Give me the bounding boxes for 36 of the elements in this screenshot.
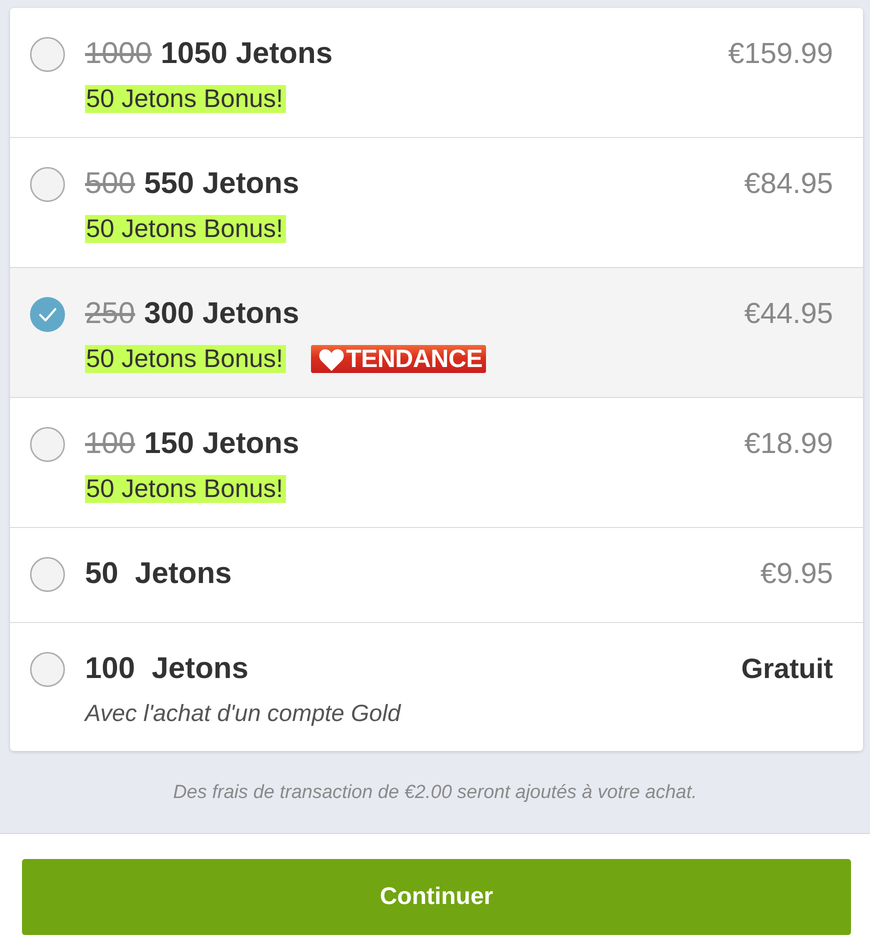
token-quantity: 100 Jetons [85, 651, 248, 687]
bonus-label: 50 Jetons Bonus! [85, 345, 286, 373]
package-option[interactable]: 50 Jetons €9.95 [10, 528, 863, 623]
price-label: €84.95 [744, 167, 833, 202]
radio-button[interactable] [30, 296, 65, 332]
original-quantity: 1000 [85, 36, 152, 72]
package-note: Avec l'achat d'un compte Gold [85, 701, 402, 725]
radio-button[interactable] [30, 426, 65, 462]
price-label: Gratuit [741, 652, 833, 686]
tag-label: TENDANCE [346, 345, 483, 373]
token-quantity: 1050 Jetons [160, 36, 333, 72]
fee-notice: Des frais de transaction de €2.00 seront ajoutés à votre achat. [172, 781, 698, 805]
radio-button[interactable] [30, 166, 65, 202]
original-quantity: 500 [85, 166, 136, 202]
token-quantity: 550 Jetons [144, 166, 300, 202]
radio-button[interactable] [30, 556, 65, 592]
token-quantity: 150 Jetons [144, 426, 300, 462]
price-label: €9.95 [760, 557, 833, 592]
bonus-label: 50 Jetons Bonus! [85, 475, 286, 503]
package-option[interactable]: 100 150 Jetons €18.99 50 Jetons Bonus! [10, 398, 863, 528]
radio-button[interactable] [30, 36, 65, 72]
heart-icon [318, 348, 346, 370]
package-option[interactable]: 100 Jetons Gratuit Avec l'achat d'un compte Gold [10, 623, 863, 751]
price-label: €44.95 [744, 297, 833, 332]
package-option[interactable]: 1000 1050 Jetons €159.99 50 Jetons Bonus! [10, 8, 863, 138]
original-quantity: 250 [85, 296, 136, 332]
bonus-label: 50 Jetons Bonus! [85, 85, 286, 113]
package-option[interactable]: 250 300 Jetons €44.95 50 Jetons Bonus! TENDANCE [10, 268, 863, 398]
bonus-label: 50 Jetons Bonus! [85, 215, 286, 243]
price-label: €18.99 [744, 427, 833, 462]
token-quantity: 50 Jetons [85, 556, 232, 592]
radio-button[interactable] [30, 652, 65, 686]
original-quantity: 100 [85, 426, 136, 462]
price-label: €159.99 [728, 37, 833, 72]
package-option[interactable]: 500 550 Jetons €84.95 50 Jetons Bonus! [10, 138, 863, 268]
token-quantity: 300 Jetons [144, 296, 300, 332]
